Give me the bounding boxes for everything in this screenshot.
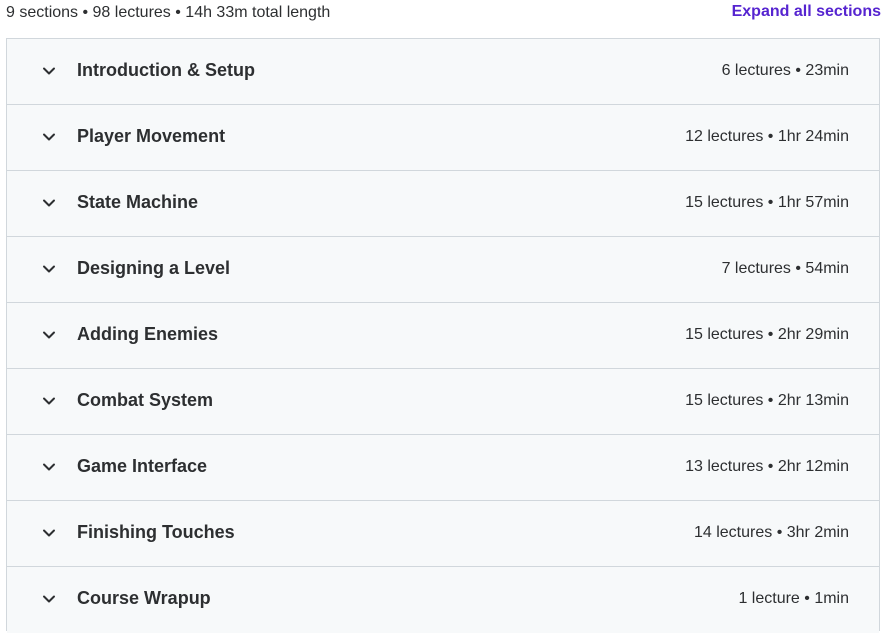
chevron-down-icon — [41, 393, 57, 409]
section-row[interactable]: State Machine 15 lectures • 1hr 57min — [7, 171, 879, 237]
section-meta: 15 lectures • 2hr 13min — [685, 392, 849, 409]
chevron-down-icon — [41, 129, 57, 145]
chevron-down-icon — [41, 327, 57, 343]
curriculum-section-list: Introduction & Setup 6 lectures • 23min … — [6, 38, 880, 633]
section-row[interactable]: Adding Enemies 15 lectures • 2hr 29min — [7, 303, 879, 369]
chevron-down-icon — [41, 63, 57, 79]
section-title: Player Movement — [77, 126, 226, 146]
section-row[interactable]: Combat System 15 lectures • 2hr 13min — [7, 369, 879, 435]
section-meta: 14 lectures • 3hr 2min — [693, 524, 849, 541]
section-title: Adding Enemies — [77, 324, 219, 344]
section-meta: 15 lectures • 2hr 29min — [685, 326, 849, 343]
section-row[interactable]: Course Wrapup 1 lecture • 1min — [7, 567, 879, 633]
section-title: Combat System — [77, 390, 214, 410]
section-meta: 15 lectures • 1hr 57min — [685, 194, 849, 211]
section-title: Game Interface — [77, 456, 208, 476]
section-meta: 12 lectures • 1hr 24min — [685, 128, 849, 145]
section-meta: 7 lectures • 54min — [721, 260, 849, 277]
chevron-down-icon — [41, 261, 57, 277]
section-row[interactable]: Finishing Touches 14 lectures • 3hr 2min — [7, 501, 879, 567]
section-meta: 6 lectures • 23min — [721, 62, 849, 79]
section-row[interactable]: Designing a Level 7 lectures • 54min — [7, 237, 879, 303]
section-title: Introduction & Setup — [77, 60, 255, 80]
chevron-down-icon — [41, 195, 57, 211]
section-row[interactable]: Game Interface 13 lectures • 2hr 12min — [7, 435, 879, 501]
chevron-down-icon — [41, 459, 57, 475]
curriculum-summary-bar: 9 sections • 98 lectures • 14h 33m total… — [0, 0, 887, 30]
expand-all-sections-button[interactable]: Expand all sections — [732, 3, 881, 21]
section-title: Designing a Level — [77, 258, 231, 278]
section-row[interactable]: Player Movement 12 lectures • 1hr 24min — [7, 105, 879, 171]
chevron-down-icon — [41, 591, 57, 607]
section-title: Finishing Touches — [77, 522, 235, 542]
section-meta: 13 lectures • 2hr 12min — [685, 458, 849, 475]
section-meta: 1 lecture • 1min — [738, 590, 849, 607]
curriculum-summary: 9 sections • 98 lectures • 14h 33m total… — [6, 4, 331, 21]
section-title: State Machine — [77, 192, 199, 212]
chevron-down-icon — [41, 525, 57, 541]
section-title: Course Wrapup — [77, 588, 211, 608]
section-row[interactable]: Introduction & Setup 6 lectures • 23min — [7, 39, 879, 105]
